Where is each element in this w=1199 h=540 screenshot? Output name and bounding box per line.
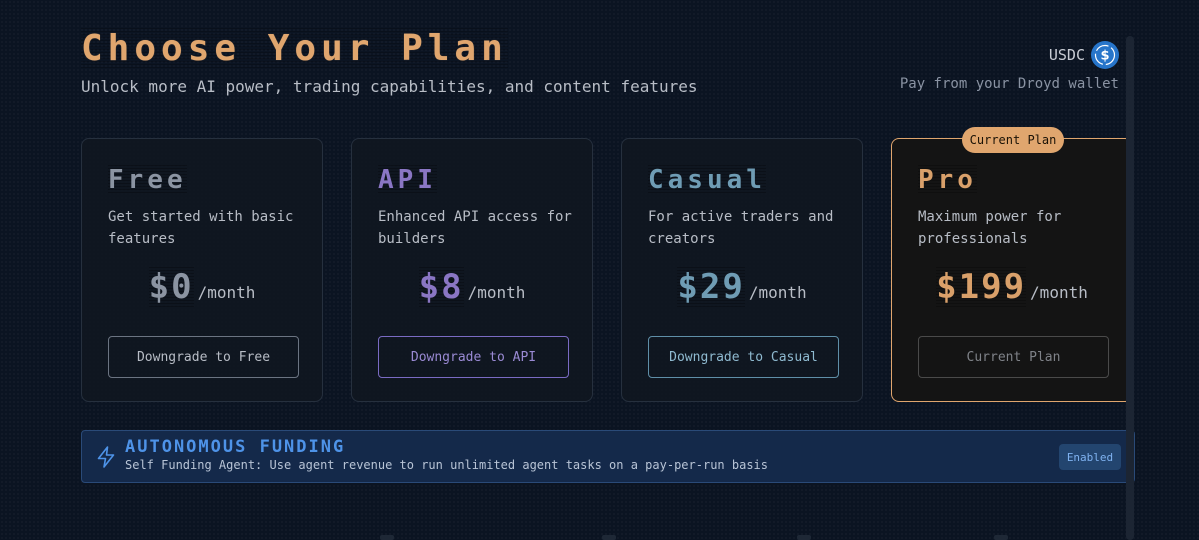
wallet-note: Pay from your Droyd wallet: [899, 76, 1119, 92]
svg-text:$: $: [1100, 49, 1109, 64]
funding-title: AUTONOMOUS FUNDING: [125, 437, 346, 457]
plan-description: Enhanced API access for builders: [378, 209, 572, 247]
scrollbar[interactable]: [1126, 36, 1134, 540]
funding-description: Self Funding Agent: Use agent revenue to…: [125, 458, 768, 472]
plan-name: Free: [108, 165, 187, 195]
autonomous-funding-banner: AUTONOMOUS FUNDING Self Funding Agent: U…: [81, 430, 1135, 483]
plan-price-row: $199 /month: [892, 267, 1132, 307]
plan-price: $8: [418, 267, 464, 307]
current-plan-button[interactable]: Current Plan: [918, 336, 1109, 378]
plan-card-pro: Current Plan Pro Maximum power for profe…: [891, 127, 1133, 402]
plan-price: $29: [677, 267, 745, 307]
plan-period: /month: [1030, 283, 1088, 302]
offscreen-content-hint: [797, 535, 811, 540]
plan-price-row: $29 /month: [622, 267, 862, 307]
plan-card-api: API Enhanced API access for builders $8 …: [351, 138, 593, 402]
offscreen-content-hint: [380, 535, 394, 540]
plan-cards: Free Get started with basic features $0 …: [81, 127, 1135, 404]
plan-period: /month: [197, 283, 256, 302]
usdc-dollar-icon: $: [1091, 41, 1119, 69]
funding-status-badge[interactable]: Enabled: [1059, 444, 1121, 470]
plan-price: $0: [148, 267, 194, 307]
downgrade-to-api-button[interactable]: Downgrade to API: [378, 336, 569, 378]
plan-name: Casual: [648, 165, 766, 195]
downgrade-to-casual-button[interactable]: Downgrade to Casual: [648, 336, 839, 378]
plan-name: Pro: [918, 165, 977, 195]
plan-description: Maximum power for professionals: [918, 209, 1062, 247]
plan-description: Get started with basic features: [108, 209, 294, 247]
currency-selector[interactable]: USDC $: [1049, 41, 1119, 69]
plan-price-row: $0 /month: [82, 267, 322, 307]
plan-price-row: $8 /month: [352, 267, 592, 307]
plan-price: $199: [936, 267, 1027, 307]
offscreen-content-hint: [602, 535, 616, 540]
plan-page: Choose Your Plan Unlock more AI power, t…: [0, 0, 1199, 540]
page-subtitle: Unlock more AI power, trading capabiliti…: [81, 77, 698, 96]
plan-period: /month: [748, 283, 807, 302]
plan-period: /month: [467, 283, 526, 302]
current-plan-badge: Current Plan: [962, 127, 1064, 153]
offscreen-content-hint: [994, 535, 1008, 540]
currency-label: USDC: [1048, 46, 1085, 64]
plan-card-casual: Casual For active traders and creators $…: [621, 138, 863, 402]
lightning-bolt-icon: [95, 445, 117, 469]
plan-name: API: [378, 165, 437, 195]
downgrade-to-free-button[interactable]: Downgrade to Free: [108, 336, 299, 378]
page-title: Choose Your Plan: [81, 28, 508, 69]
plan-description: For active traders and creators: [648, 209, 834, 247]
plan-card-free: Free Get started with basic features $0 …: [81, 138, 323, 402]
